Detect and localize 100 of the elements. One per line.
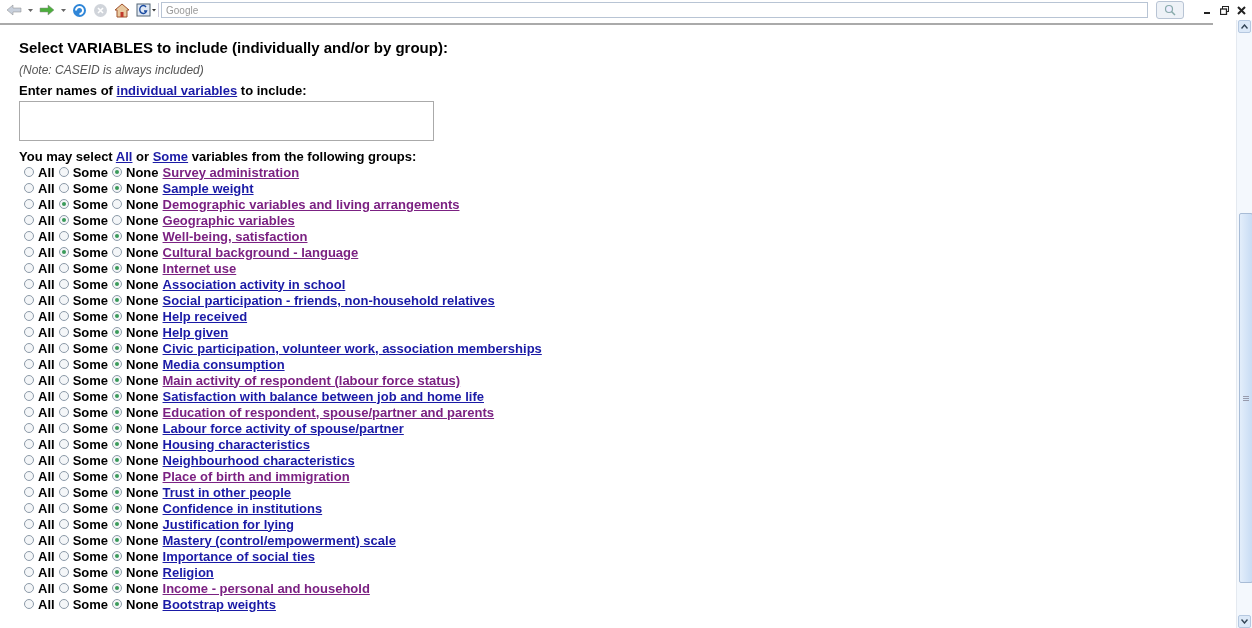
radio-button[interactable] [58,439,69,449]
group-link[interactable]: Social participation - friends, non-household relatives [162,292,495,308]
home-icon[interactable] [114,2,130,18]
group-link[interactable]: Survey administration [162,164,300,180]
radio-button[interactable] [112,167,123,177]
radio-button[interactable] [112,551,123,561]
radio-button[interactable] [112,327,123,337]
group-link[interactable]: Income - personal and household [162,580,370,596]
group-link[interactable]: Help given [162,324,229,340]
radio-button[interactable] [24,423,34,433]
caret-icon[interactable] [61,8,66,12]
radio-button[interactable] [112,311,123,321]
radio-button[interactable] [58,279,69,289]
radio-button[interactable] [58,247,69,257]
radio-button[interactable] [112,247,123,257]
radio-button[interactable] [24,199,34,209]
group-link[interactable]: Housing characteristics [162,436,310,452]
radio-button[interactable] [24,263,34,273]
group-link[interactable]: Civic participation, volunteer work, association memberships [162,340,542,356]
radio-button[interactable] [58,471,69,481]
group-link[interactable]: Religion [162,564,214,580]
radio-button[interactable] [24,359,34,369]
radio-button[interactable] [112,215,123,225]
radio-button[interactable] [112,279,123,289]
restore-icon[interactable] [1220,5,1229,15]
radio-button[interactable] [24,295,34,305]
radio-button[interactable] [58,551,69,561]
group-link[interactable]: Importance of social ties [162,548,315,564]
radio-button[interactable] [24,487,34,497]
radio-button[interactable] [112,407,123,417]
group-link[interactable]: Internet use [162,260,237,276]
radio-button[interactable] [58,423,69,433]
group-link[interactable]: Association activity in school [162,276,346,292]
radio-button[interactable] [112,423,123,433]
radio-button[interactable] [58,535,69,545]
radio-button[interactable] [58,327,69,337]
radio-button[interactable] [24,551,34,561]
radio-button[interactable] [24,583,34,593]
variables-input-field[interactable] [19,101,434,141]
radio-button[interactable] [58,487,69,497]
radio-button[interactable] [58,231,69,241]
radio-button[interactable] [24,167,34,177]
group-link[interactable]: Mastery (control/empowerment) scale [162,532,396,548]
radio-button[interactable] [58,567,69,577]
radio-button[interactable] [112,199,123,209]
radio-button[interactable] [24,375,34,385]
radio-button[interactable] [24,215,34,225]
all-link[interactable]: All [115,149,133,164]
radio-button[interactable] [58,455,69,465]
scrollbar-thumb[interactable] [1239,213,1252,583]
group-link[interactable]: Place of birth and immigration [162,468,350,484]
group-link[interactable]: Main activity of respondent (labour force status) [162,372,461,388]
group-link[interactable]: Geographic variables [162,212,295,228]
group-link[interactable]: Neighbourhood characteristics [162,452,355,468]
caret-icon[interactable] [28,8,33,12]
radio-button[interactable] [112,359,123,369]
radio-button[interactable] [24,455,34,465]
search-engine-icon[interactable] [136,3,159,17]
radio-button[interactable] [112,471,123,481]
radio-button[interactable] [58,375,69,385]
search-field[interactable]: Google [161,2,1148,18]
radio-button[interactable] [24,535,34,545]
radio-button[interactable] [58,311,69,321]
radio-button[interactable] [112,535,123,545]
radio-button[interactable] [58,407,69,417]
radio-button[interactable] [112,343,123,353]
radio-button[interactable] [58,215,69,225]
radio-button[interactable] [24,567,34,577]
group-link[interactable]: Sample weight [162,180,254,196]
radio-button[interactable] [58,359,69,369]
refresh-icon[interactable] [72,2,87,18]
radio-button[interactable] [58,199,69,209]
group-link[interactable]: Justification for lying [162,516,294,532]
group-link[interactable]: Help received [162,308,248,324]
radio-button[interactable] [58,503,69,513]
radio-button[interactable] [112,519,123,529]
radio-button[interactable] [112,599,123,609]
radio-button[interactable] [58,583,69,593]
group-link[interactable]: Confidence in institutions [162,500,323,516]
radio-button[interactable] [24,407,34,417]
radio-button[interactable] [58,391,69,401]
group-link[interactable]: Education of respondent, spouse/partner and parents [162,404,495,420]
radio-button[interactable] [24,311,34,321]
radio-button[interactable] [24,327,34,337]
scroll-up-icon[interactable] [1241,24,1248,29]
group-link[interactable]: Cultural background - language [162,244,359,260]
group-link[interactable]: Well-being, satisfaction [162,228,308,244]
radio-button[interactable] [112,375,123,385]
radio-button[interactable] [24,391,34,401]
radio-button[interactable] [112,231,123,241]
radio-button[interactable] [112,391,123,401]
radio-button[interactable] [112,295,123,305]
group-link[interactable]: Trust in other people [162,484,292,500]
radio-button[interactable] [24,471,34,481]
radio-button[interactable] [112,487,123,497]
radio-button[interactable] [24,183,34,193]
group-link[interactable]: Bootstrap weights [162,596,276,612]
radio-button[interactable] [58,167,69,177]
radio-button[interactable] [112,183,123,193]
group-link[interactable]: Media consumption [162,356,285,372]
